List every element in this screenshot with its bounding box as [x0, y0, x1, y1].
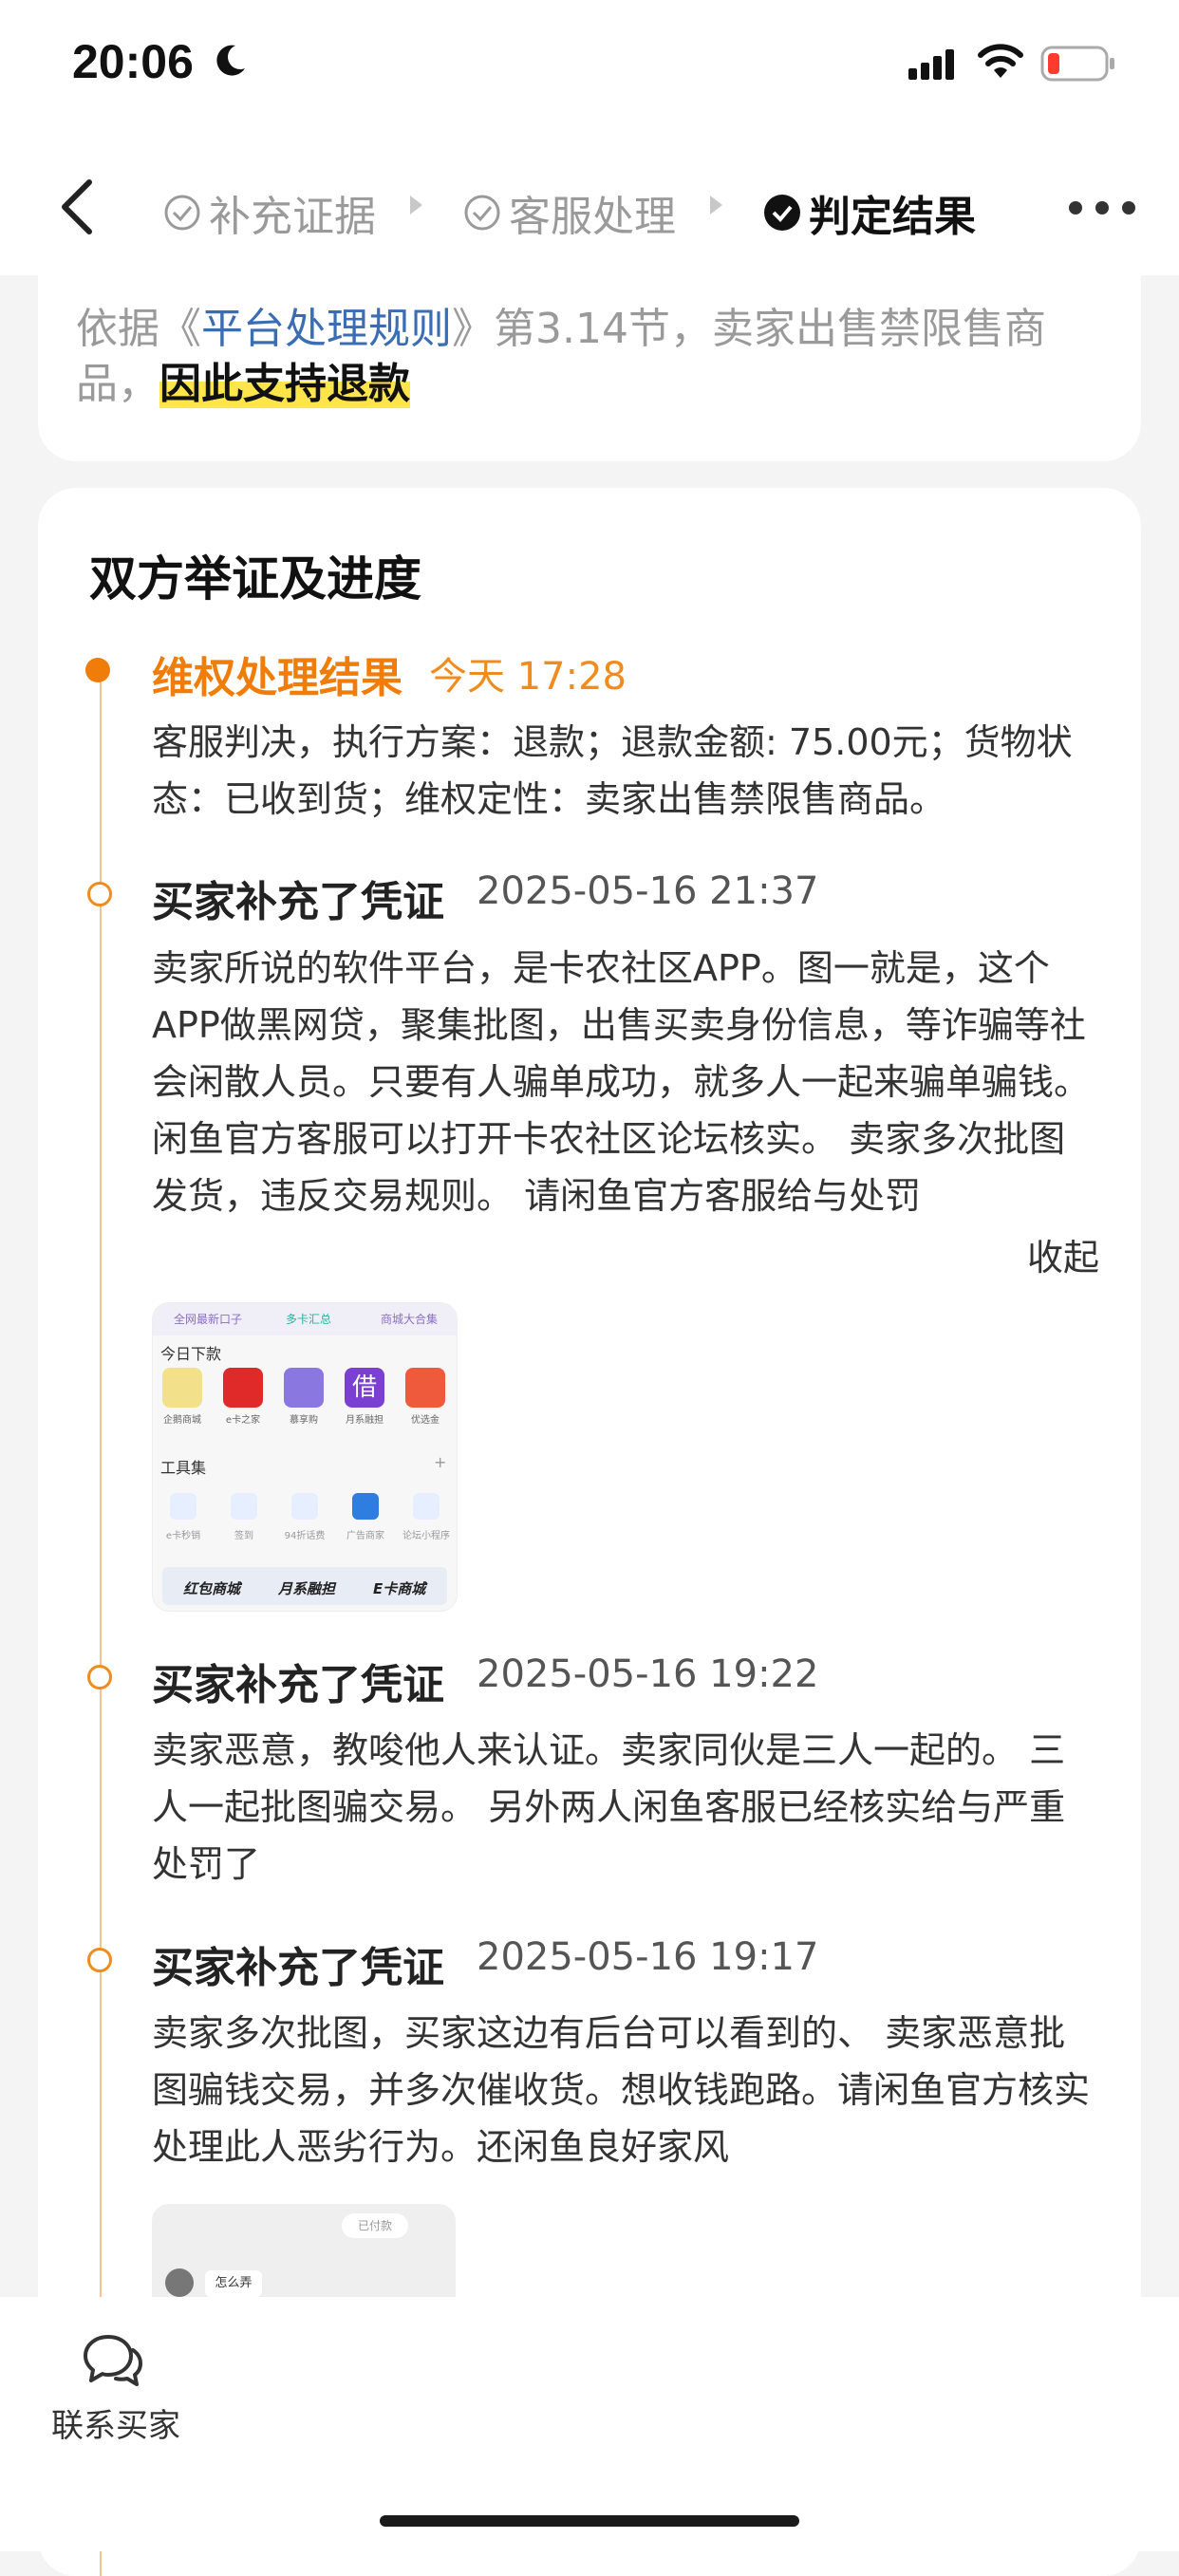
verdict-card: 依据《平台处理规则》第3.14节，卖家出售禁限售商品，因此支持退款 — [38, 275, 1141, 461]
battery-icon — [1040, 46, 1114, 82]
collapse-link[interactable]: 收起 — [1027, 1228, 1099, 1280]
penguin-app-icon — [162, 1368, 202, 1408]
tool-icon — [352, 1493, 379, 1520]
step-judgement-result: 判定结果 — [763, 182, 976, 243]
tool-name: 94折话费 — [284, 1531, 326, 1541]
event-body: 卖家多次批图，买家这边有后台可以看到的、 卖家恶意批图骗钱交易，并多次催收货。想… — [152, 2012, 1091, 2168]
banner-text: E卡商城 — [373, 1580, 426, 1597]
tool-icon — [291, 1493, 318, 1520]
event-body: 卖家恶意，教唆他人来认证。卖家同伙是三人一起的。 三人一起批图骗交易。 另外两人… — [152, 1729, 1066, 1885]
verdict-highlight: 因此支持退款 — [159, 360, 410, 408]
tool-name: 论坛小程序 — [402, 1531, 450, 1541]
timeline-dot-active — [85, 658, 110, 682]
event-title: 买家补充了凭证 — [152, 878, 444, 926]
image-section-label: 工具集 — [160, 1459, 207, 1477]
event-title: 买家补充了凭证 — [152, 1944, 444, 1992]
plus-icon: + — [434, 1453, 447, 1471]
tool-icon — [170, 1493, 196, 1520]
cart-icon — [413, 1493, 440, 1520]
contact-buyer-button[interactable]: 联系买家 — [51, 2399, 180, 2446]
app-name: 企鹅商城 — [163, 1415, 201, 1426]
step-arrow-icon — [710, 196, 722, 215]
event-time: 今天 17:28 — [429, 655, 627, 699]
step-customer-service: 客服处理 — [463, 182, 676, 243]
home-indicator — [380, 2515, 799, 2527]
paid-badge: 已付款 — [342, 2213, 408, 2238]
app-name: 慕享购 — [290, 1415, 318, 1426]
step-arrow-icon — [410, 196, 422, 215]
timeline-dot — [87, 1948, 112, 1972]
verdict-text: 依据《平台处理规则》第3.14节，卖家出售禁限售商品，因此支持退款 — [76, 302, 1120, 412]
cellular-signal-icon — [908, 49, 954, 80]
timeline-line — [100, 668, 102, 2576]
event-title: 买家补充了凭证 — [152, 1661, 444, 1709]
image-tab: 多卡汇总 — [286, 1313, 332, 1326]
youxuan-app-icon — [405, 1368, 445, 1408]
event-title: 维权处理结果 — [152, 654, 402, 702]
check-circle-filled-icon — [764, 195, 800, 231]
chat-bubble-icon[interactable] — [82, 2333, 144, 2388]
banner-text: 红包商城 — [183, 1580, 241, 1597]
image-tab: 全网最新口子 — [174, 1313, 243, 1326]
image-section-label: 今日下款 — [160, 1345, 222, 1363]
muxiang-app-icon — [284, 1368, 324, 1408]
event-time: 2025-05-16 19:17 — [477, 1935, 819, 1979]
moon-icon — [216, 45, 245, 76]
tool-icon — [231, 1493, 257, 1520]
section-title: 双方举证及进度 — [89, 551, 421, 607]
chat-bubble: 怎么弄 — [205, 2270, 262, 2297]
app-name: 月系融担 — [346, 1415, 384, 1426]
check-circle-icon — [464, 195, 500, 231]
timeline-dot — [87, 882, 112, 906]
tool-name: 广告商家 — [346, 1531, 384, 1541]
event-body: 卖家所说的软件平台，是卡农社区APP。图一就是，这个APP做黑网贷，聚集批图，出… — [152, 947, 1091, 1217]
app-name: 优选金 — [411, 1415, 440, 1426]
event-time: 2025-05-16 19:22 — [477, 1652, 819, 1696]
tool-name: 签到 — [234, 1531, 253, 1541]
evidence-card: 双方举证及进度 维权处理结果 今天 17:28 客服判决，执行方案：退款；退款金… — [38, 488, 1141, 2576]
evidence-image[interactable]: 全网最新口子 多卡汇总 商城大合集 今日下款 借 企鹅商城 e卡之家 慕享购 月… — [152, 1302, 458, 1612]
wifi-icon — [978, 44, 1023, 78]
ecard-app-icon — [223, 1368, 263, 1408]
event-time: 2025-05-16 21:37 — [477, 869, 819, 913]
status-time: 20:06 — [72, 35, 194, 88]
step-label: 判定结果 — [809, 193, 976, 241]
check-circle-icon — [164, 195, 200, 231]
image-tab-bar: 全网最新口子 多卡汇总 商城大合集 — [153, 1303, 457, 1335]
image-banner: 红包商城 月系融担 E卡商城 — [162, 1567, 447, 1605]
image-tab: 商城大合集 — [381, 1313, 439, 1326]
bottom-bar: 联系买家 — [0, 2297, 1179, 2551]
step-label: 客服处理 — [509, 193, 676, 241]
timeline-dot — [87, 1665, 112, 1689]
event-body: 客服判决，执行方案：退款；退款金额: 75.00元；货物状态：已收到货；维权定性… — [152, 721, 1073, 820]
banner-text: 月系融担 — [278, 1580, 336, 1597]
step-supplement-evidence: 补充证据 — [163, 182, 376, 243]
loan-app-icon: 借 — [345, 1368, 384, 1408]
status-bar: 20:06 — [0, 0, 1179, 133]
app-name: e卡之家 — [225, 1415, 261, 1426]
nav-bar: 补充证据 客服处理 判定结果 — [0, 133, 1179, 275]
rule-link[interactable]: 平台处理规则 — [201, 305, 452, 353]
tool-name: e卡秒销 — [165, 1531, 201, 1541]
step-label: 补充证据 — [209, 193, 376, 241]
more-options-icon[interactable] — [1069, 201, 1135, 215]
verdict-prefix: 依据《 — [76, 305, 201, 353]
avatar — [165, 2268, 194, 2297]
back-icon[interactable] — [53, 177, 101, 237]
